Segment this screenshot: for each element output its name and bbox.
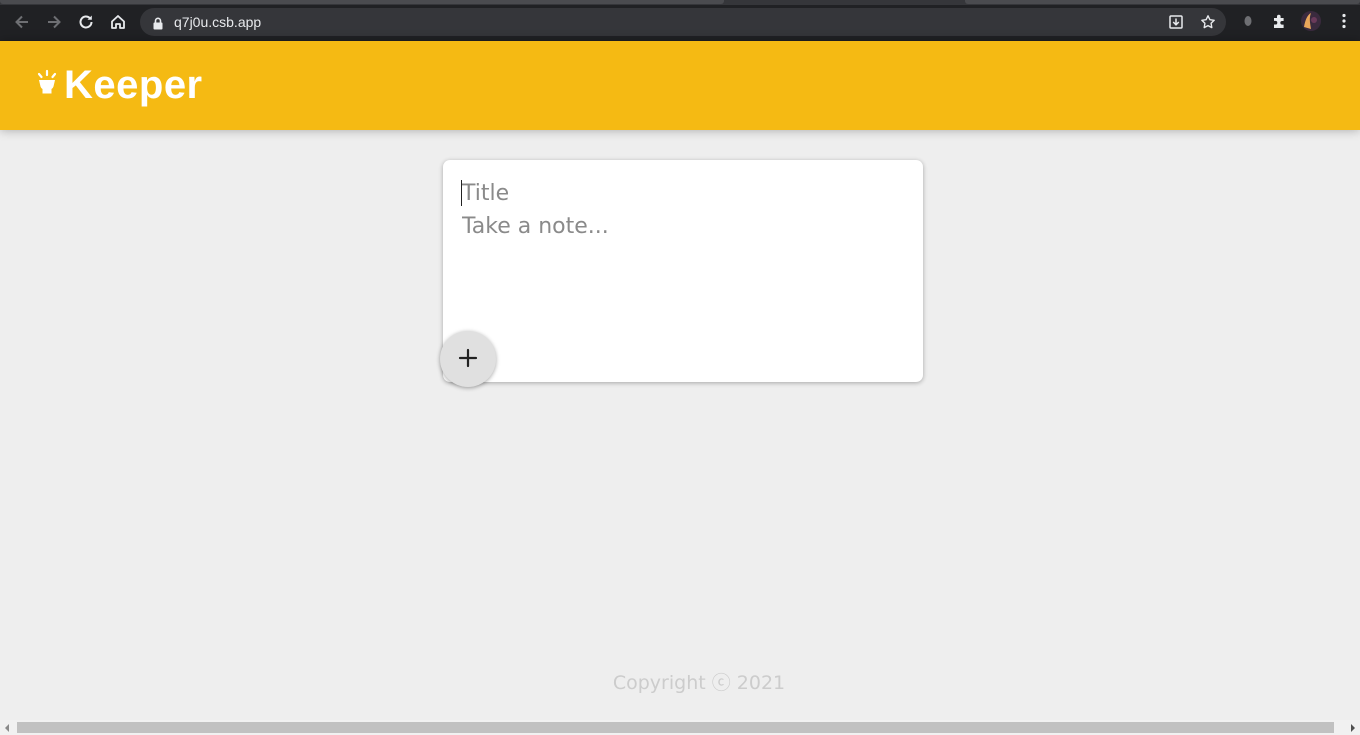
- lightbulb-icon: [36, 69, 58, 103]
- browser-toolbar: q7j0u.csb.app: [0, 0, 1360, 41]
- page-footer: Copyright ⓒ 2021: [0, 668, 1360, 695]
- copyright-text: Copyright ⓒ 2021: [612, 672, 786, 694]
- text-caret: [461, 180, 462, 206]
- plus-icon: [457, 347, 479, 372]
- brand-name: Keeper: [64, 63, 203, 107]
- tab[interactable]: [0, 0, 724, 4]
- address-bar[interactable]: q7j0u.csb.app: [140, 8, 1226, 36]
- home-icon[interactable]: [106, 10, 130, 34]
- back-icon[interactable]: [10, 10, 34, 34]
- tab[interactable]: [965, 0, 1360, 4]
- extension-dot-icon[interactable]: [1238, 11, 1258, 31]
- puzzle-icon[interactable]: [1270, 11, 1290, 31]
- lock-icon[interactable]: [153, 15, 163, 34]
- url-text[interactable]: q7j0u.csb.app: [174, 14, 261, 30]
- star-icon[interactable]: [1200, 14, 1216, 30]
- scrollbar-thumb[interactable]: [17, 722, 1334, 733]
- note-content-textarea[interactable]: [462, 214, 902, 324]
- add-note-button[interactable]: [440, 331, 496, 387]
- forward-icon[interactable]: [42, 10, 66, 34]
- reload-icon[interactable]: [74, 10, 98, 34]
- scroll-left-arrow[interactable]: [5, 724, 9, 732]
- app-logo: Keeper: [36, 63, 203, 108]
- install-icon[interactable]: [1168, 14, 1184, 30]
- note-title-input[interactable]: [462, 176, 902, 210]
- tab-strip: [0, 0, 1360, 5]
- create-note-form: [443, 160, 923, 382]
- menu-dots-icon[interactable]: [1334, 11, 1354, 31]
- profile-avatar[interactable]: [1301, 11, 1321, 31]
- horizontal-scrollbar[interactable]: [0, 720, 1360, 735]
- scroll-right-arrow[interactable]: [1351, 724, 1355, 732]
- app-header: Keeper: [0, 41, 1360, 130]
